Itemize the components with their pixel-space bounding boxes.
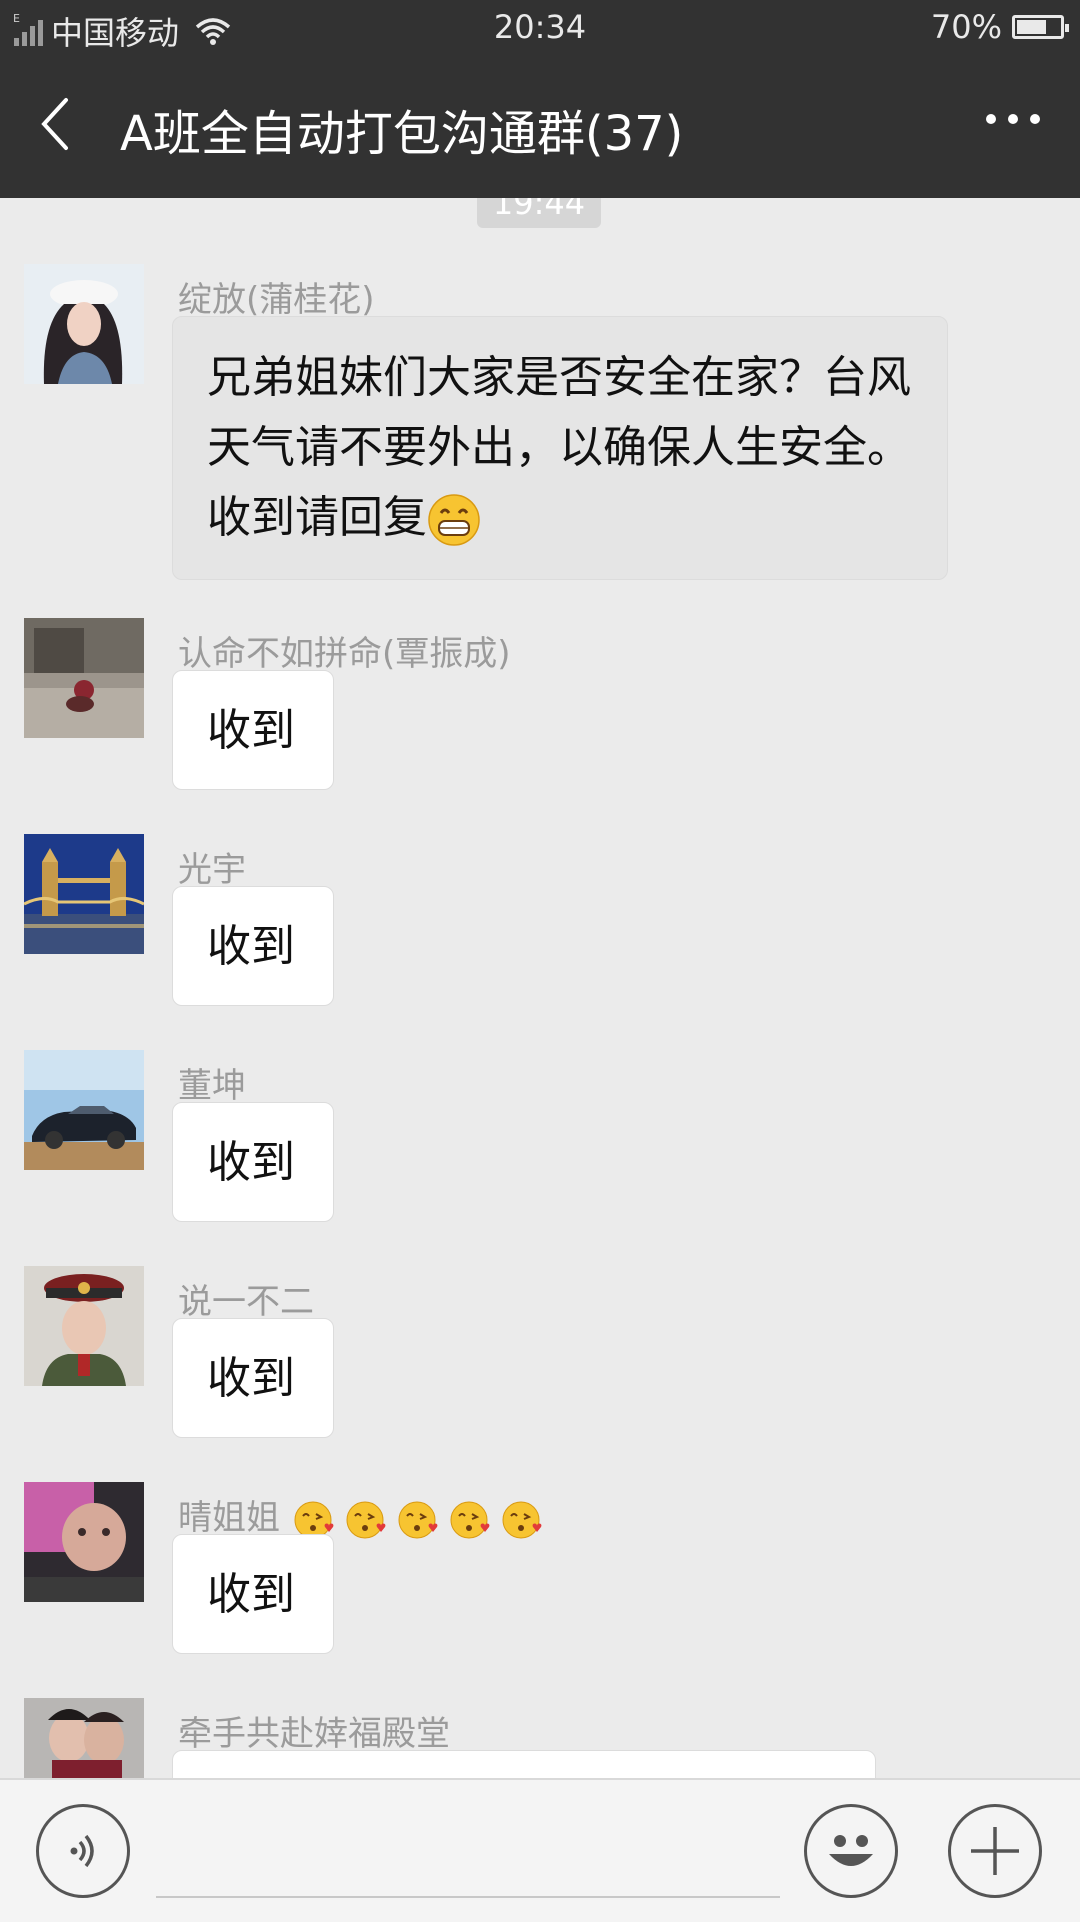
smiley-icon[interactable] [804,1804,898,1898]
top-bar: E 中国移动 20:34 70% A班全自动打包沟通群(37) [0,0,1080,198]
sender-name: 认命不如拼命(覃振成) [178,634,511,674]
avatar[interactable] [24,264,144,384]
sender-name: 晴姐姐 [178,1490,543,1541]
message-text: 收到 [207,1137,295,1188]
avatar[interactable] [24,1482,144,1602]
kissing-heart-emoji [398,1501,438,1538]
sender-name: 绽放(蒲桂花) [178,280,375,320]
sender-name: 牵手共赴婞福殿堂 [178,1714,450,1754]
battery-percent: 70% [930,8,1002,46]
message-bubble[interactable]: 收到 [172,670,334,790]
sender-name: 董坤 [178,1066,246,1106]
message-bubble[interactable]: 收到 [172,1534,334,1654]
kissing-heart-emoji [502,1501,542,1538]
message-text: 收到 [207,1569,295,1620]
sender-name: 说一不二 [178,1282,314,1322]
avatar[interactable] [24,834,144,954]
message-bubble[interactable]: 收到 [172,886,334,1006]
plus-icon[interactable] [948,1804,1042,1898]
grin-emoji [428,494,480,546]
avatar[interactable] [24,1698,144,1778]
more-dots-icon[interactable] [986,114,1040,124]
input-bar [0,1778,1080,1922]
status-bar: E 中国移动 20:34 70% [0,0,1080,56]
message-text: 收到 [207,1353,295,1404]
battery-icon [1012,15,1069,39]
message-bubble[interactable]: 收到 [172,1318,334,1438]
message-bubble[interactable]: 兄弟姐妹们大家是否安全在家？台风天气请不要外出，以确保人生安全。收到请回复 [172,316,948,580]
message-text: 收到 [207,705,295,756]
sender-name: 光宇 [178,850,246,890]
chat-title: A班全自动打包沟通群(37) [120,106,684,162]
avatar[interactable] [24,1266,144,1386]
message-text: 兄弟姐妹们大家是否安全在家？台风天气请不要外出，以确保人生安全。收到请回复 [207,352,911,543]
kissing-heart-emoji [450,1501,490,1538]
kissing-heart-emoji-row [291,1498,543,1538]
avatar[interactable] [24,618,144,738]
status-time: 20:34 [493,8,587,46]
message-text: 收到 [207,921,295,972]
chevron-left-icon[interactable] [36,94,76,154]
avatar[interactable] [24,1050,144,1170]
sender-name-text: 晴姐姐 [178,1498,280,1538]
voice-icon[interactable] [36,1804,130,1898]
title-bar: A班全自动打包沟通群(37) [0,56,1080,198]
kissing-heart-emoji [346,1501,386,1538]
message-input[interactable] [156,1896,780,1898]
message-bubble[interactable]: 收到 [172,1102,334,1222]
